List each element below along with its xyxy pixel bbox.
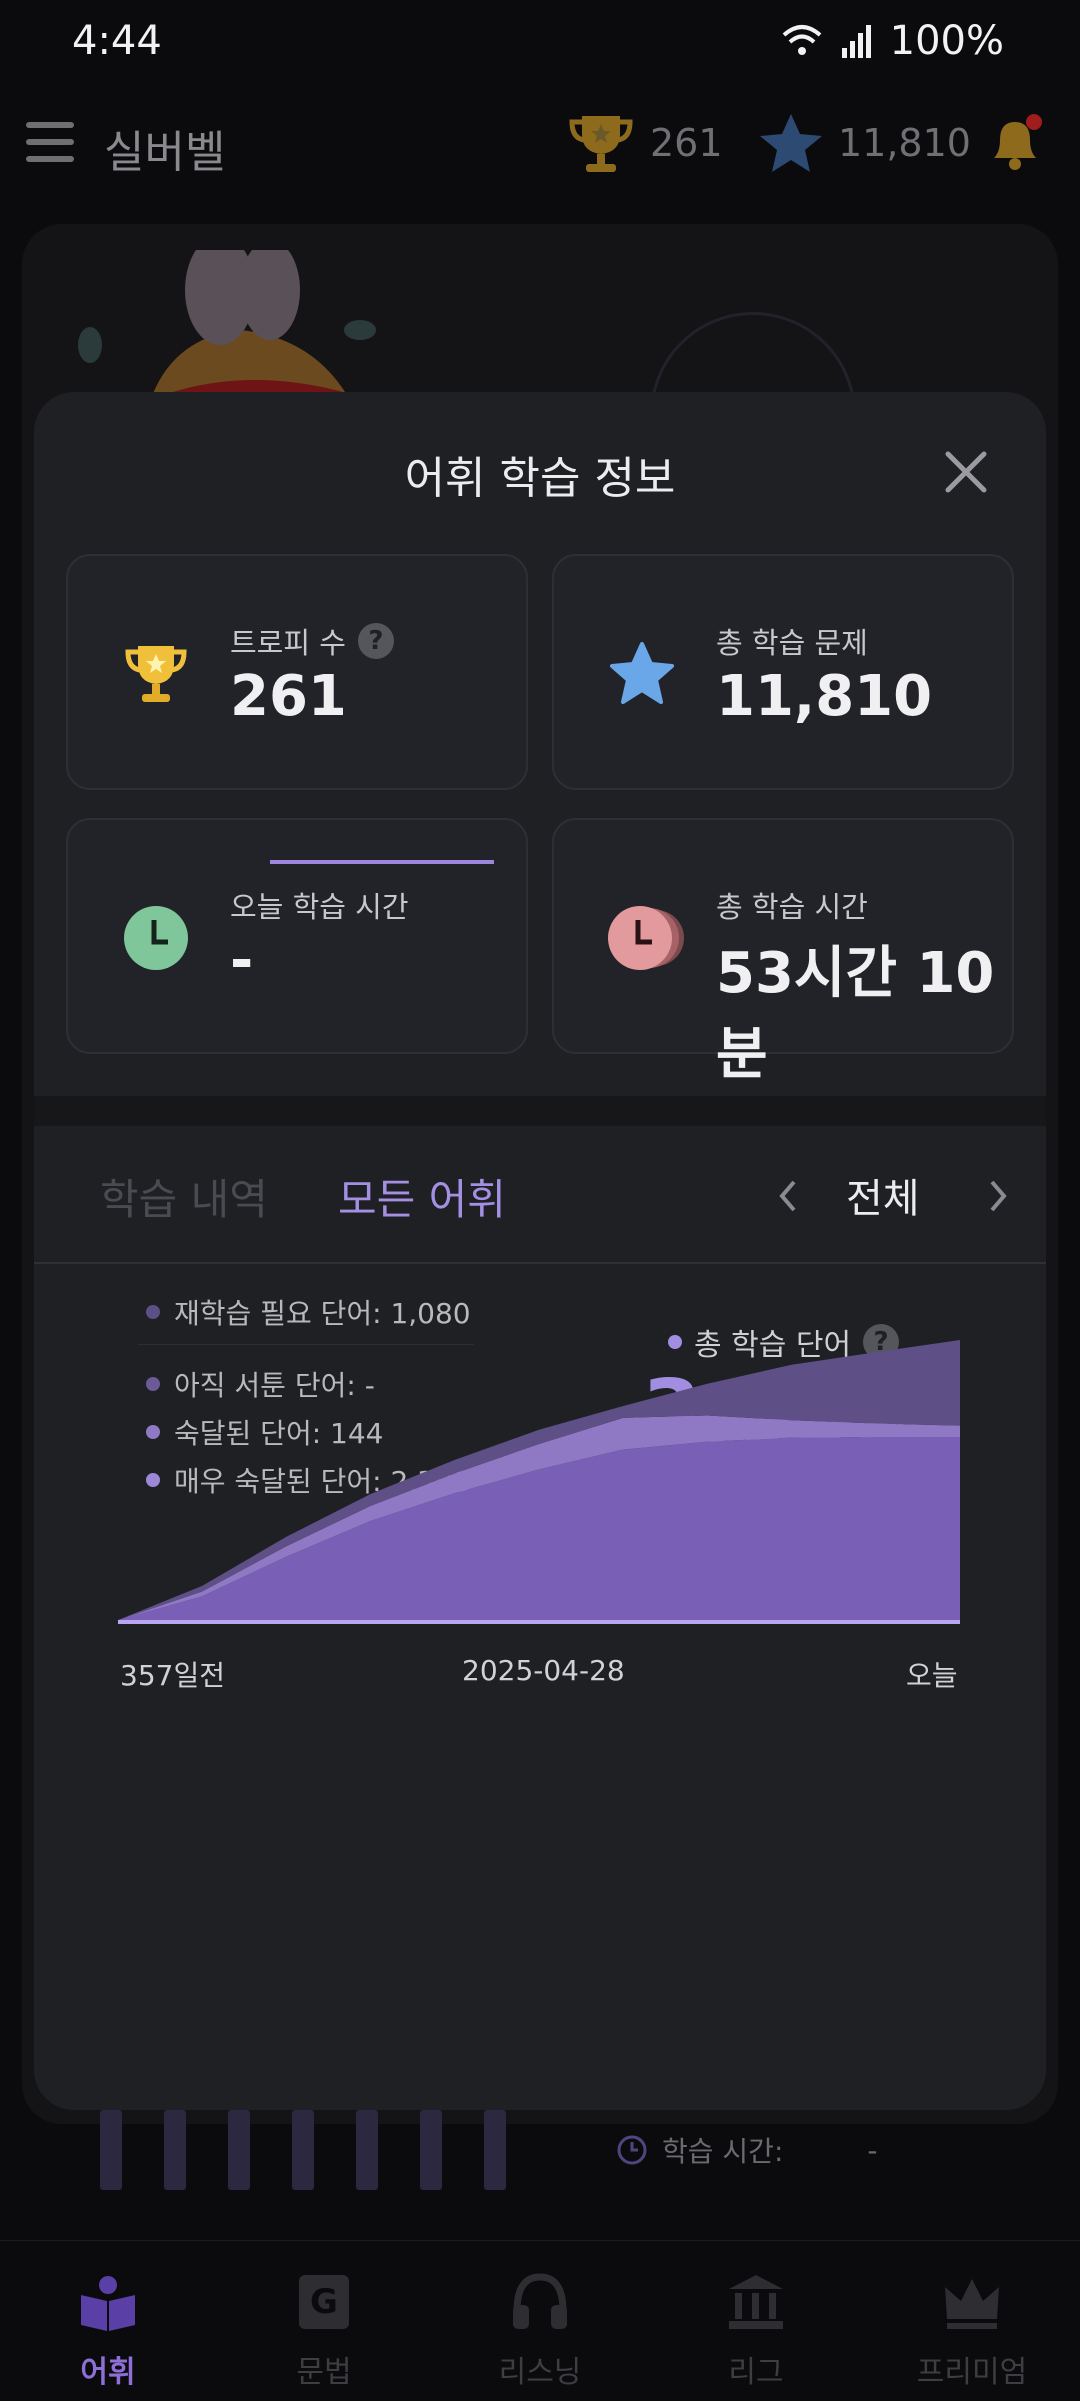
headphones-icon [513, 2273, 567, 2329]
star-icon [610, 642, 674, 704]
section-divider [34, 1096, 1046, 1126]
app-title: 실버벨 [104, 127, 226, 178]
modal-title: 어휘 학습 정보 [404, 453, 676, 504]
status-icons: 100% [782, 18, 1004, 64]
app-bar: 실버벨 261 11,810 [0, 100, 1080, 190]
tab-history[interactable]: 학습 내역 [100, 1166, 268, 1227]
nav-listening-label: 리스닝 [498, 2355, 582, 2390]
period-label: 전체 [846, 1176, 920, 1222]
x-label-end: 오늘 [906, 1659, 958, 1692]
background-study-time: 학습 시간: - [616, 2130, 877, 2170]
word-progress-chart [118, 1340, 960, 1624]
nav-grammar[interactable]: G 문법 [254, 2271, 394, 2391]
bank-icon [729, 2275, 783, 2329]
nav-vocab-label: 어휘 [80, 2355, 136, 2390]
grammar-book-icon: G [299, 2275, 349, 2329]
study-time-label: 학습 시간: [662, 2135, 784, 2168]
status-time: 4:44 [72, 18, 162, 64]
chevron-left-icon[interactable] [774, 1176, 802, 1216]
bell-icon[interactable] [982, 110, 1048, 176]
total-time-card: 총 학습 시간 53시간 10분 [552, 818, 1014, 1087]
today-time-value: - [230, 928, 254, 993]
trophy-icon [569, 116, 633, 172]
nav-premium[interactable]: 프리미엄 [902, 2271, 1042, 2391]
study-time-value: - [867, 2133, 878, 2167]
total-problems-card: 총 학습 문제 11,810 [552, 554, 1014, 790]
star-icon [760, 114, 822, 172]
trophy-card: 트로피 수 ? 261 [66, 554, 528, 790]
total-time-value: 53시간 10분 [716, 941, 995, 1087]
close-icon[interactable] [940, 446, 992, 498]
nav-listening[interactable]: 리스닝 [470, 2271, 610, 2391]
nav-league[interactable]: 리그 [686, 2271, 826, 2391]
wifi-icon [782, 25, 821, 55]
trophy-label-row: 트로피 수 ? [230, 620, 394, 662]
x-label-mid: 2025-04-28 [462, 1654, 625, 1687]
status-bar: 4:44 100% [0, 0, 1080, 88]
x-label-start: 357일전 [120, 1659, 225, 1692]
clock-icon [617, 2135, 647, 2165]
vocab-info-modal: 어휘 학습 정보 트로피 수 ? 261 총 학습 문제 11,810 오늘 학… [34, 392, 1046, 2110]
trophy-icon [125, 646, 187, 702]
tab-bar: 학습 내역 모든 어휘 전체 [34, 1126, 1046, 1264]
trophy-count: 261 [650, 121, 723, 165]
today-time-card: 오늘 학습 시간 - [66, 818, 528, 1054]
total-problems-value: 11,810 [716, 664, 933, 729]
book-icon [81, 2276, 135, 2331]
stacked-clock-icon [608, 906, 684, 970]
total-time-label: 총 학습 시간 [716, 890, 868, 924]
star-count: 11,810 [838, 121, 971, 165]
nav-premium-label: 프리미엄 [916, 2355, 1028, 2390]
chevron-right-icon[interactable] [984, 1176, 1012, 1216]
help-icon[interactable]: ? [357, 623, 394, 659]
clock-icon [124, 906, 188, 970]
nav-league-label: 리그 [728, 2355, 784, 2390]
tab-all-words[interactable]: 모든 어휘 [338, 1166, 506, 1227]
trophy-value: 261 [230, 664, 347, 729]
today-time-label: 오늘 학습 시간 [230, 890, 409, 924]
menu-icon[interactable] [26, 122, 74, 166]
battery-text: 100% [889, 18, 1004, 64]
total-problems-label: 총 학습 문제 [716, 626, 868, 660]
trophy-label: 트로피 수 [230, 626, 346, 660]
active-tab-indicator [270, 860, 494, 864]
nav-vocab[interactable]: 어휘 [38, 2271, 178, 2391]
crown-icon [945, 2279, 999, 2329]
signal-icon [841, 25, 871, 58]
trophy-count-badge[interactable]: 261 [566, 112, 723, 174]
nav-grammar-label: 문법 [296, 2355, 352, 2390]
svg-text:G: G [310, 2282, 338, 2322]
bottom-navigation: 어휘 G 문법 리스닝 리그 프리미엄 [0, 2240, 1080, 2401]
period-selector: 전체 [774, 1166, 1014, 1226]
star-count-badge[interactable]: 11,810 [758, 112, 971, 174]
